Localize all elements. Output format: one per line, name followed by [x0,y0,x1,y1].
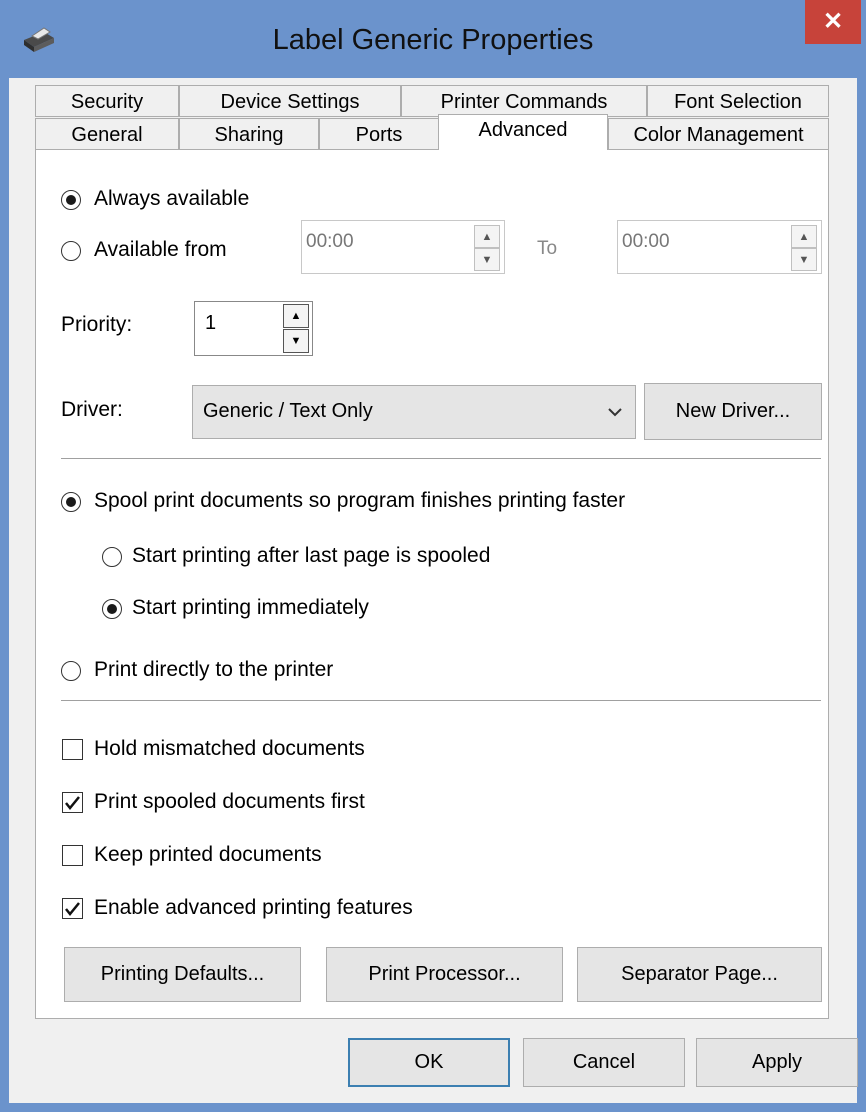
title-bar[interactable]: Label Generic Properties ✕ [0,0,866,78]
radio-selected-dot [66,497,76,507]
tab-advanced[interactable]: Advanced [438,114,608,150]
start-after-last-radio[interactable] [102,547,122,567]
available-to-value: 00:00 [622,231,670,252]
driver-label: Driver: [61,398,123,421]
tab-color-management[interactable]: Color Management [608,118,829,150]
tab-printer-commands[interactable]: Printer Commands [401,85,647,117]
available-from-field[interactable]: 00:00 ▲ ▼ [301,220,505,274]
properties-window: Label Generic Properties ✕ Security Devi… [0,0,866,1112]
section-divider [61,458,821,459]
tab-sharing[interactable]: Sharing [179,118,319,150]
radio-selected-dot [107,604,117,614]
print-processor-button[interactable]: Print Processor... [326,947,563,1002]
priority-field[interactable]: 1 ▲ ▼ [194,301,313,356]
start-after-last-label: Start printing after last page is spoole… [132,544,491,567]
driver-value: Generic / Text Only [203,400,373,422]
section-divider [61,700,821,701]
hold-mismatched-label: Hold mismatched documents [94,737,365,760]
to-down-arrow-icon[interactable]: ▼ [791,248,817,271]
available-from-label: Available from [94,238,227,261]
window-title: Label Generic Properties [272,24,594,56]
priority-up-arrow-icon[interactable]: ▲ [283,304,309,328]
chevron-down-icon [608,408,622,417]
checkmark-icon [65,902,80,916]
tab-general[interactable]: General [35,118,179,150]
spool-label: Spool print documents so program finishe… [94,489,626,512]
to-label: To [537,238,558,259]
from-up-arrow-icon[interactable]: ▲ [474,225,500,248]
tab-ports[interactable]: Ports [319,118,439,150]
start-immediately-label: Start printing immediately [132,596,369,619]
start-immediately-radio[interactable] [102,599,122,619]
close-icon: ✕ [822,8,844,35]
driver-select[interactable]: Generic / Text Only [192,385,636,439]
priority-down-arrow-icon[interactable]: ▼ [283,329,309,353]
enable-advanced-checkbox[interactable] [62,898,83,919]
checkmark-icon [65,796,80,810]
print-direct-radio[interactable] [61,661,81,681]
tab-security[interactable]: Security [35,85,179,117]
radio-selected-dot [66,195,76,205]
printing-defaults-button[interactable]: Printing Defaults... [64,947,301,1002]
from-down-arrow-icon[interactable]: ▼ [474,248,500,271]
ok-button[interactable]: OK [348,1038,510,1087]
apply-button[interactable]: Apply [696,1038,858,1087]
advanced-panel: Always available Available from 00:00 ▲ … [35,149,829,1019]
separator-page-button[interactable]: Separator Page... [577,947,822,1002]
priority-label: Priority: [61,313,133,336]
available-from-radio[interactable] [61,241,81,261]
tab-font-selection[interactable]: Font Selection [647,85,829,117]
always-available-radio[interactable] [61,190,81,210]
keep-printed-label: Keep printed documents [94,843,322,866]
priority-value: 1 [205,312,217,334]
new-driver-button[interactable]: New Driver... [644,383,822,440]
close-button[interactable]: ✕ [805,0,861,44]
to-up-arrow-icon[interactable]: ▲ [791,225,817,248]
tab-device-settings[interactable]: Device Settings [179,85,401,117]
always-available-label: Always available [94,187,250,210]
print-direct-label: Print directly to the printer [94,658,334,681]
available-from-value: 00:00 [306,231,354,252]
dialog-body: Security Device Settings Printer Command… [9,78,858,1103]
cancel-button[interactable]: Cancel [523,1038,685,1087]
available-to-field[interactable]: 00:00 ▲ ▼ [617,220,822,274]
enable-advanced-label: Enable advanced printing features [94,896,413,919]
print-spooled-first-label: Print spooled documents first [94,790,365,813]
spool-radio[interactable] [61,492,81,512]
print-spooled-first-checkbox[interactable] [62,792,83,813]
hold-mismatched-checkbox[interactable] [62,739,83,760]
keep-printed-checkbox[interactable] [62,845,83,866]
